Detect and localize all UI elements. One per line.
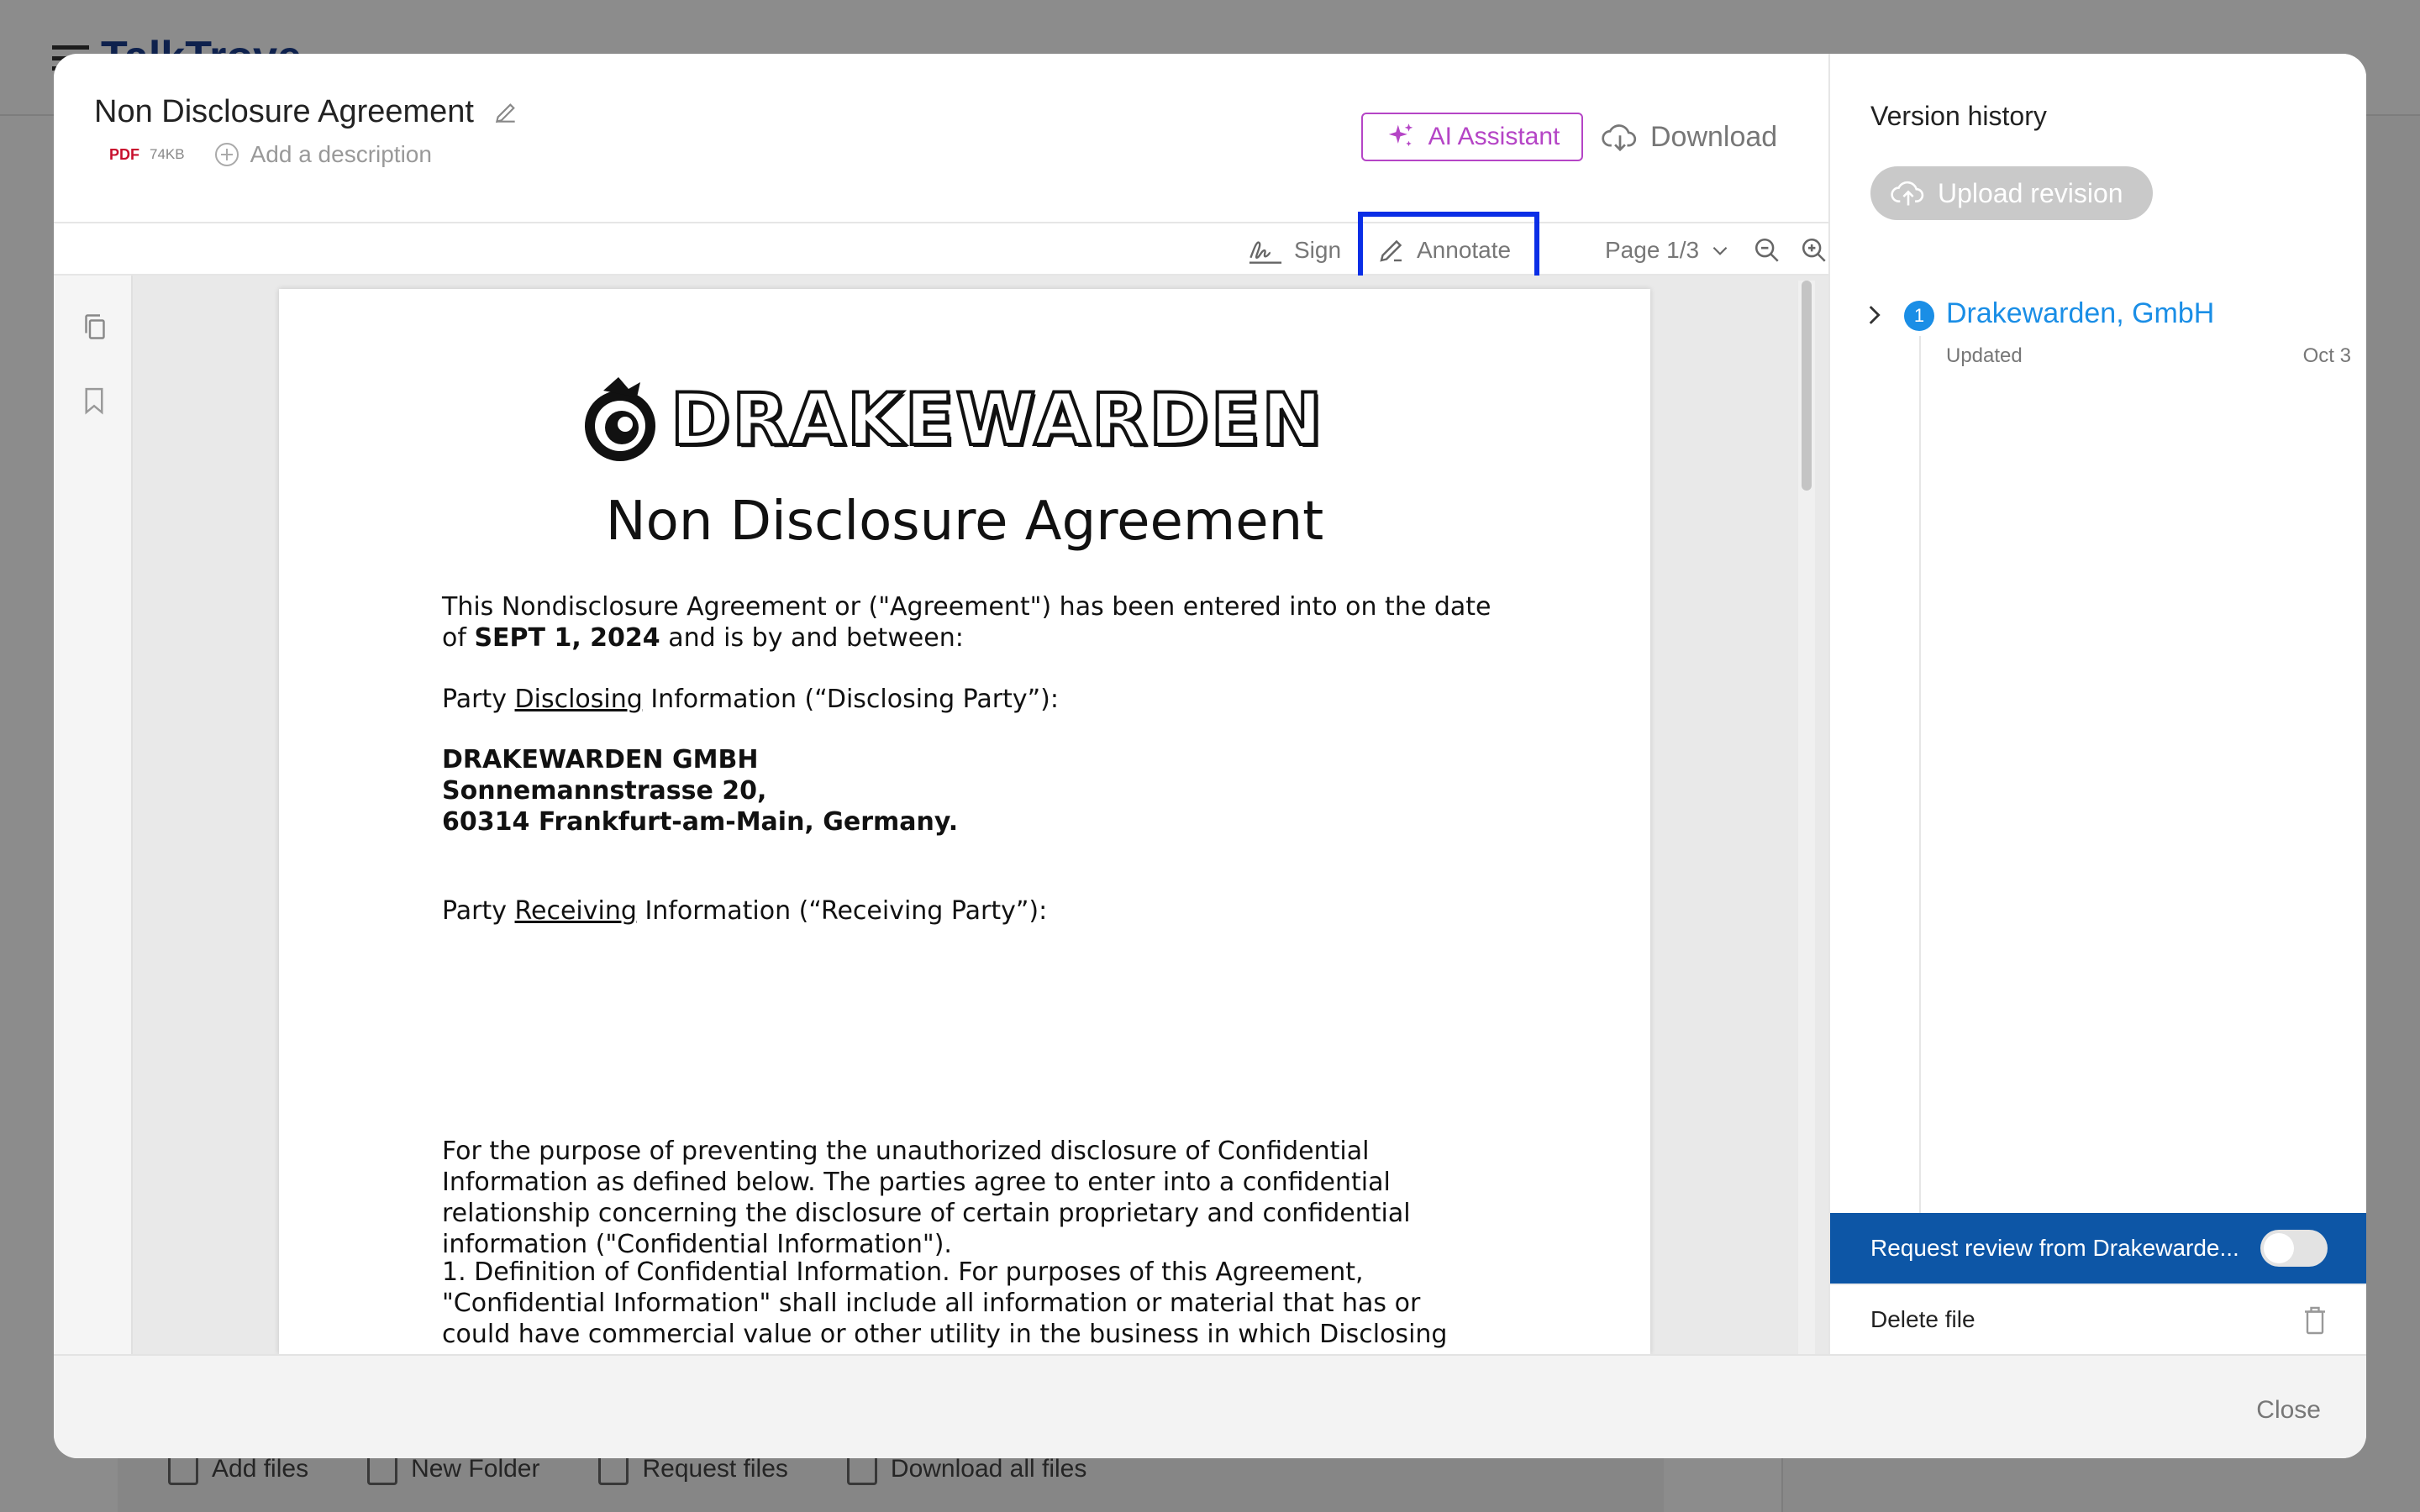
document-logo: DRAKEWARDEN [578,370,1351,470]
add-description-button[interactable]: Add a description [214,141,432,168]
company-name: DRAKEWARDEN GMBH [442,745,759,774]
logo-text: DRAKEWARDEN [669,376,1324,464]
file-size: 74KB [150,146,185,162]
file-title: Non Disclosure Agreement [94,94,474,129]
sparkle-icon [1385,121,1417,153]
bookmark-icon[interactable] [82,386,108,415]
revision-name[interactable]: Drakewarden, GmbH [1946,297,2214,330]
delete-file-label: Delete file [1870,1306,1975,1332]
sign-label: Sign [1294,237,1342,263]
download-button[interactable]: Download [1602,113,1777,161]
disclosing-party-label: Party Disclosing Information (“Disclosin… [442,685,1059,714]
annotate-highlight [1358,212,1539,281]
chevron-down-icon [1709,239,1731,261]
street-address: Sonnemannstrasse 20, [442,776,767,806]
revision-status: Updated [1946,344,2023,367]
copy-pages-icon[interactable] [82,312,108,341]
page-indicator: Page 1/3 [1605,237,1700,263]
receiving-party-label: Party Receiving Information (“Receiving … [442,896,1048,926]
signature-icon [1247,235,1284,265]
ai-assistant-button[interactable]: AI Assistant [1361,113,1583,161]
download-label: Download [1650,120,1778,153]
edit-title-icon[interactable] [492,99,519,126]
scrollbar-thumb[interactable] [1802,281,1812,491]
delete-file-row[interactable]: Delete file [1830,1284,2366,1354]
trash-icon[interactable] [2302,1305,2328,1336]
city-address: 60314 Frankfurt-am-Main, Germany. [442,807,959,837]
add-description-label: Add a description [250,141,432,167]
dragon-emblem-icon [578,374,662,466]
agreement-date: SEPT 1, 2024 [474,623,660,653]
file-title-row: Non Disclosure Agreement [94,94,519,130]
close-button[interactable]: Close [2256,1396,2321,1425]
sign-button[interactable]: Sign [1247,223,1341,277]
version-history-panel: Version history Upload revision 1 Drakew… [1828,54,2366,1354]
request-review-row: Request review from Drakewarde... [1830,1213,2366,1284]
upload-revision-label: Upload revision [1938,177,2123,208]
plus-circle-icon [214,143,239,166]
request-review-label: Request review from Drakewarde... [1870,1235,2239,1261]
revision-date: Oct 3 [2302,344,2351,367]
cloud-upload-icon [1891,177,1926,209]
revision-timeline-line [1919,336,1921,1260]
upload-revision-button[interactable]: Upload revision [1870,166,2153,220]
document-title: Non Disclosure Agreement [605,491,1324,553]
chevron-right-icon[interactable] [1864,301,1884,329]
ai-assistant-label: AI Assistant [1428,123,1560,150]
file-type-badge: PDF [109,145,139,163]
modal-footer: Close [54,1354,2366,1458]
request-review-toggle[interactable] [2260,1230,2328,1267]
disclosing-party-address: DRAKEWARDEN GMBH Sonnemannstrasse 20, 60… [442,744,1492,837]
revision-number: 1 [1904,301,1934,331]
definition-paragraph: 1. Definition of Confidential Informatio… [442,1257,1488,1354]
purpose-paragraph: For the purpose of preventing the unauth… [442,1137,1411,1259]
cloud-download-icon [1602,120,1639,154]
intro-paragraph: This Nondisclosure Agreement or ("Agreem… [442,592,1491,653]
document-page: DRAKEWARDEN Non Disclosure Agreement Thi… [279,289,1650,1354]
file-preview-modal: Non Disclosure Agreement PDF 74KB Add a … [54,54,2366,1458]
zoom-in-button[interactable] [1800,223,1828,277]
version-history-heading: Version history [1870,101,2047,131]
viewer-sidebar [54,276,133,1354]
pdf-viewer: DRAKEWARDEN Non Disclosure Agreement Thi… [54,276,1828,1354]
zoom-out-button[interactable] [1753,223,1781,277]
preview-main: Non Disclosure Agreement PDF 74KB Add a … [54,54,1828,1354]
viewer-scrollbar[interactable] [1798,281,1815,1354]
zoom-in-icon [1800,236,1828,265]
zoom-out-icon [1753,236,1781,265]
page-selector[interactable]: Page 1/3 [1605,223,1731,277]
viewer-toolbar: Sign Annotate Page 1/3 [54,222,1828,276]
file-meta: PDF 74KB Add a description [109,141,432,168]
